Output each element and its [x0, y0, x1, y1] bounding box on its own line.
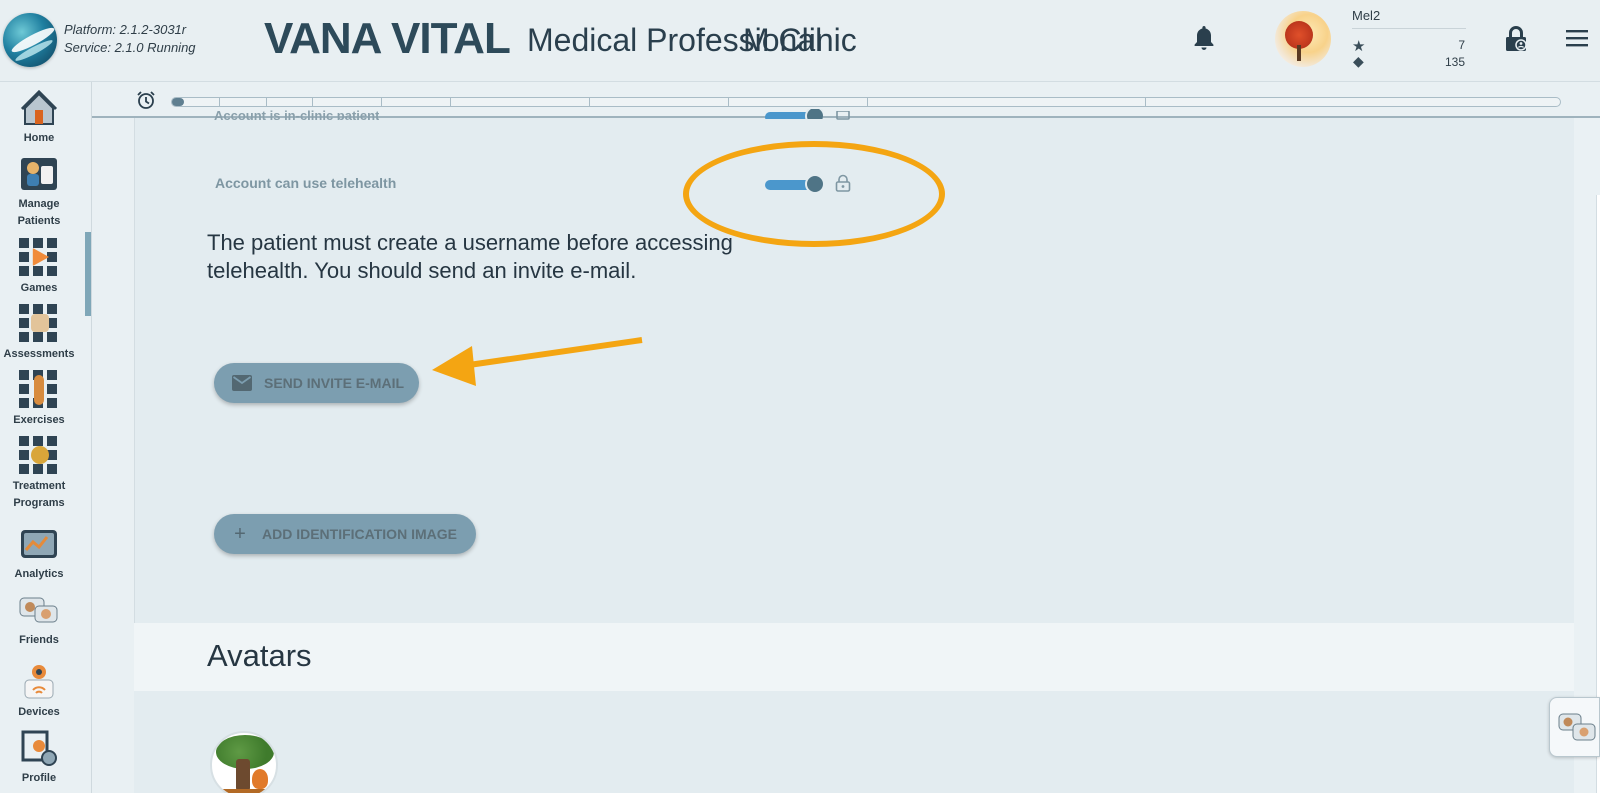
- sidebar-item-assessments[interactable]: Assessments: [0, 304, 78, 363]
- devices-icon: [24, 665, 54, 699]
- platform-version: Platform: 2.1.2-3031r: [64, 22, 187, 37]
- games-icon: [19, 238, 59, 278]
- treatment-programs-icon: [19, 436, 59, 476]
- sidebar-item-friends[interactable]: Friends: [0, 590, 78, 649]
- avatars-area: [134, 691, 1574, 793]
- sidebar-item-manage-patients[interactable]: Manage Patients: [0, 154, 78, 230]
- gem-icon: ◆: [1353, 53, 1364, 69]
- sidebar-item-label: Friends: [19, 634, 59, 646]
- friends-icon: [19, 597, 58, 623]
- home-icon: [20, 89, 58, 125]
- sidebar-item-home[interactable]: Home: [0, 88, 78, 147]
- sidebar-item-devices[interactable]: Devices: [0, 662, 78, 721]
- assessments-icon: [19, 304, 59, 344]
- telehealth-notice: The patient must create a username befor…: [207, 230, 733, 283]
- vana-vital-logo[interactable]: [3, 13, 57, 67]
- clinic-title: M Clinic: [743, 22, 857, 58]
- sidebar-item-label: Analytics: [14, 568, 64, 580]
- envelope-icon: [232, 375, 252, 391]
- app-header: Platform: 2.1.2-3031r Service: 2.1.0 Run…: [0, 0, 1600, 82]
- user-name: Mel2: [1352, 8, 1381, 23]
- service-status: Service: 2.1.0 Running: [64, 40, 196, 55]
- sidebar-item-exercises[interactable]: Exercises: [0, 370, 78, 429]
- telehealth-label: Account can use telehealth: [215, 175, 397, 191]
- sidebar-item-label: Assessments: [3, 348, 75, 360]
- platform-info: Platform: 2.1.2-3031r Service: 2.1.0 Run…: [64, 21, 196, 57]
- friends-icon: [1558, 713, 1596, 741]
- floating-friends-button[interactable]: [1549, 697, 1600, 757]
- squirrel-avatar[interactable]: [210, 731, 278, 793]
- user-avatar[interactable]: [1275, 11, 1331, 67]
- plus-icon: +: [234, 522, 246, 545]
- gems-count: 135: [1444, 55, 1465, 69]
- exercises-icon: [19, 370, 59, 410]
- lock-account-icon[interactable]: [1503, 25, 1529, 53]
- send-invite-email-button[interactable]: SEND INVITE E-MAIL: [214, 363, 419, 403]
- in-clinic-patient-label: Account is in-clinic patient: [214, 108, 380, 120]
- add-identification-image-button[interactable]: + ADD IDENTIFICATION IMAGE: [214, 514, 476, 554]
- sidebar-item-profile[interactable]: Profile: [0, 728, 78, 787]
- sidebar-item-label: Manage Patients: [17, 198, 61, 227]
- sidebar-item-games[interactable]: Games: [0, 238, 78, 297]
- lock-icon: [835, 174, 851, 192]
- sidebar-item-analytics[interactable]: Analytics: [0, 524, 78, 583]
- sidebar-item-treatment-programs[interactable]: Treatment Programs: [0, 436, 78, 512]
- sidebar-item-label: Devices: [18, 706, 60, 718]
- lock-icon: [836, 111, 850, 120]
- in-clinic-toggle[interactable]: [765, 109, 823, 119]
- squirrel-icon: [252, 769, 268, 789]
- avatars-title: Avatars: [207, 638, 312, 673]
- sidebar-item-label: Profile: [21, 772, 57, 784]
- sidebar-item-label: Exercises: [13, 414, 65, 426]
- profile-icon: [21, 730, 57, 766]
- timeline-knob[interactable]: [172, 98, 184, 106]
- add-id-image-label: ADD IDENTIFICATION IMAGE: [262, 526, 457, 542]
- telehealth-toggle[interactable]: [765, 174, 825, 194]
- analytics-icon: [21, 530, 57, 558]
- brand-title: VANA VITAL: [264, 14, 511, 63]
- sidebar-item-label: Games: [20, 282, 58, 294]
- user-divider: [1352, 28, 1466, 29]
- sidebar-item-label: Home: [23, 132, 55, 144]
- session-timeline[interactable]: [171, 97, 1561, 107]
- send-invite-label: SEND INVITE E-MAIL: [264, 375, 405, 391]
- stars-count: 7: [1458, 38, 1465, 52]
- manage-patients-icon: [21, 158, 57, 190]
- bell-icon[interactable]: [1192, 24, 1216, 52]
- sidebar-scrollbar[interactable]: [85, 232, 91, 316]
- avatars-section-header: [134, 623, 1574, 691]
- hamburger-menu-icon[interactable]: [1566, 29, 1588, 47]
- sidebar-item-label: Treatment Programs: [12, 480, 66, 509]
- alarm-clock-icon[interactable]: [136, 90, 156, 110]
